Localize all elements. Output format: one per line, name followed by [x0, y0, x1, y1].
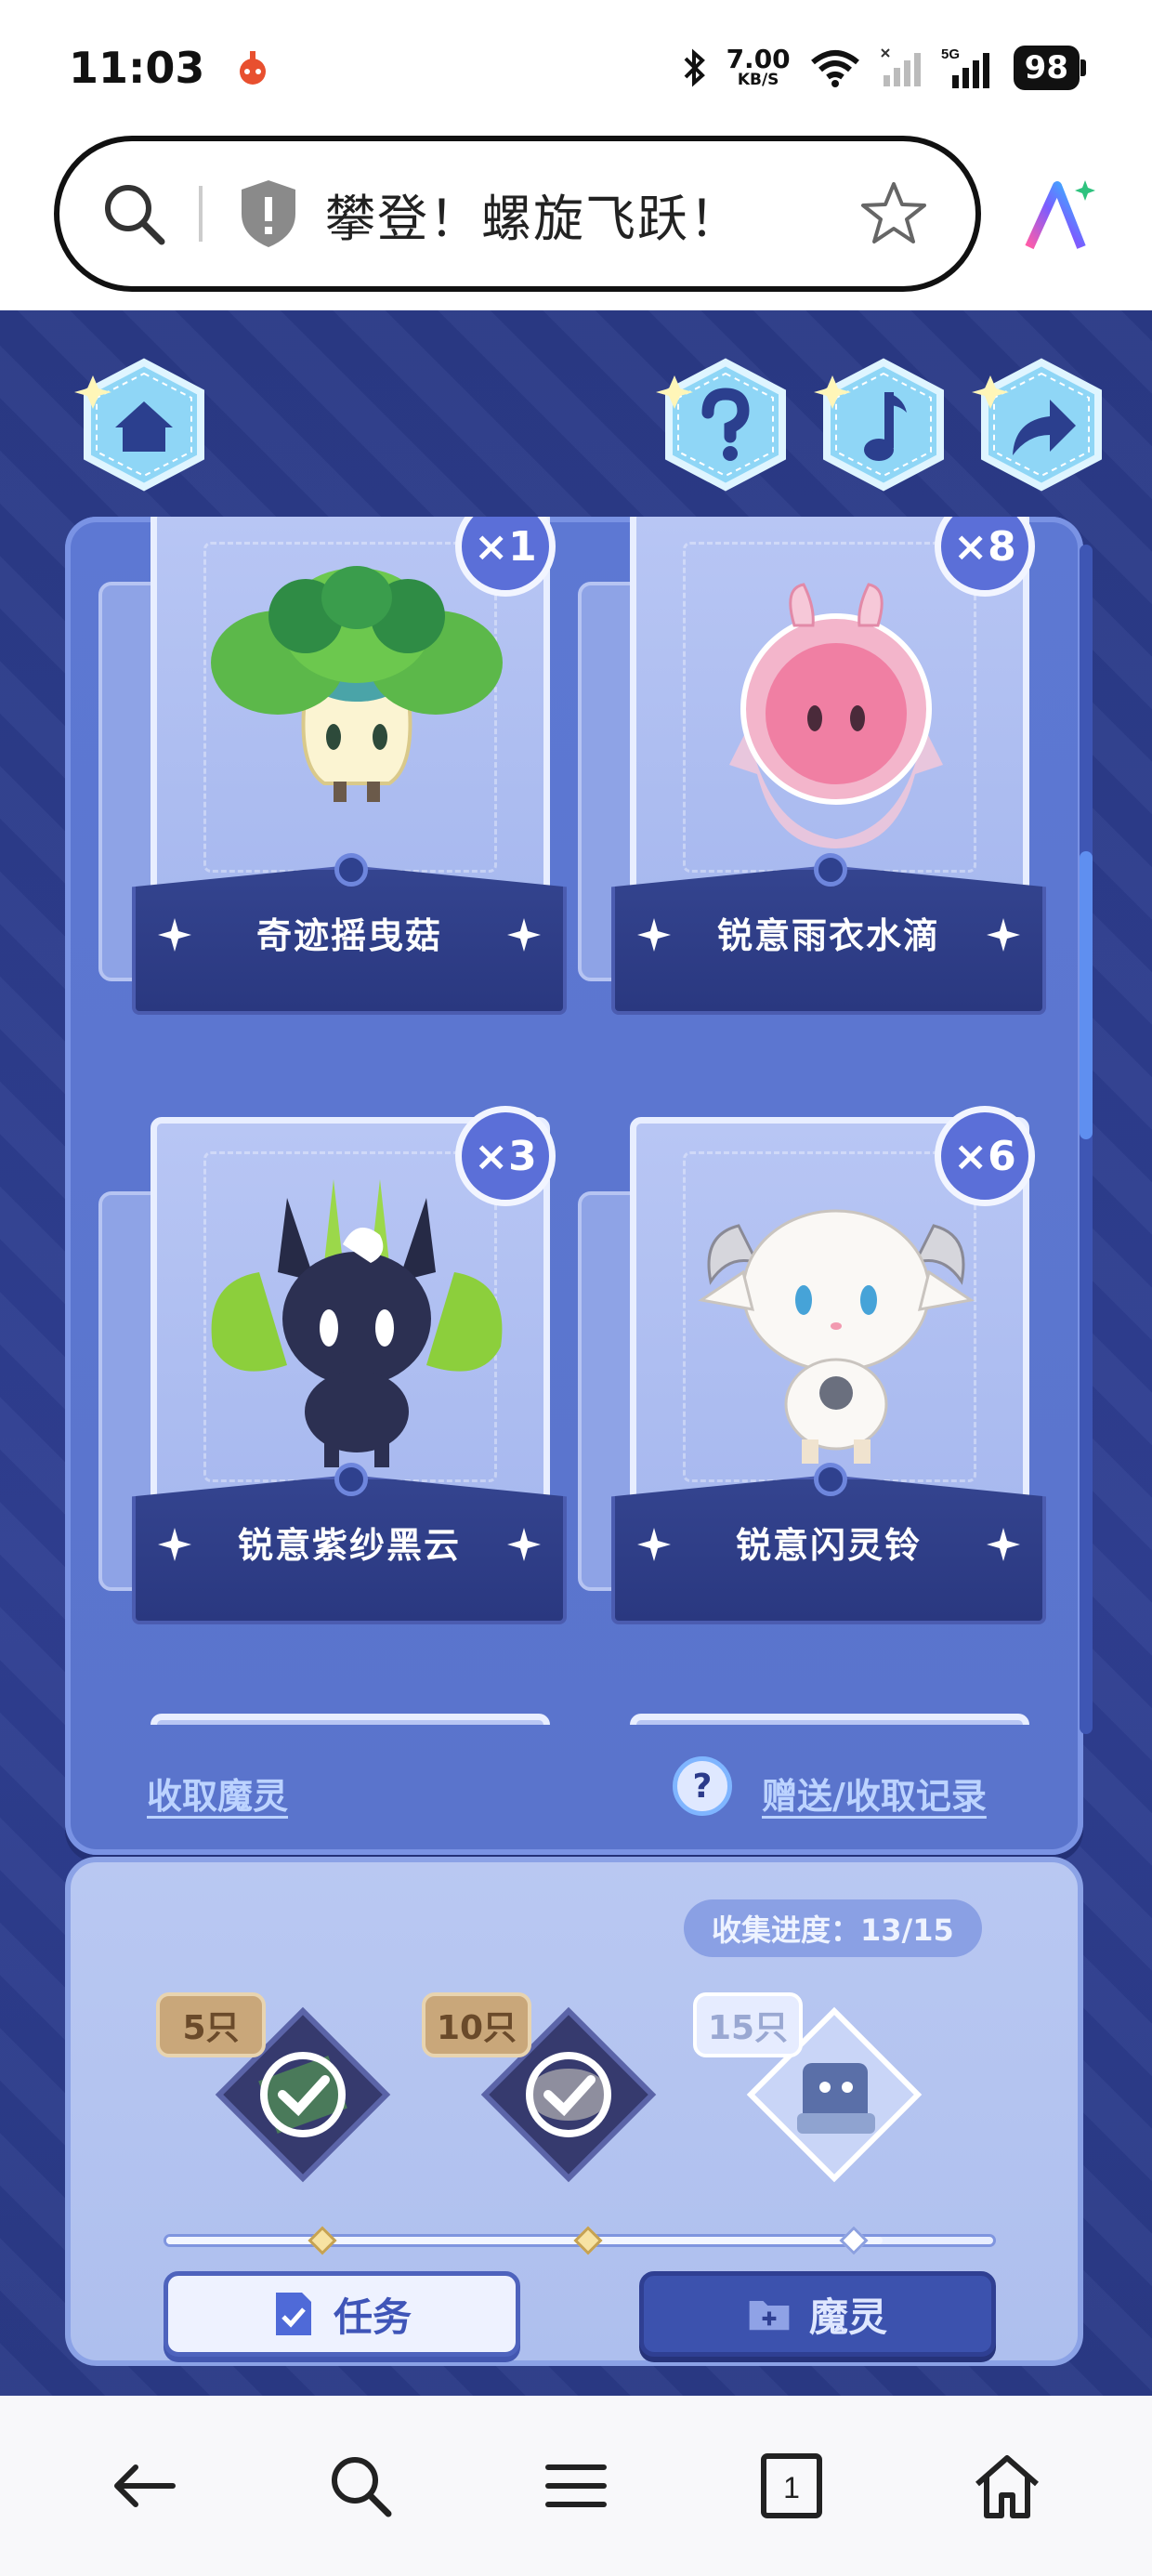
bluetooth-icon: [684, 48, 705, 86]
card-face: [151, 1714, 550, 1725]
records-help-icon[interactable]: ?: [673, 1756, 732, 1816]
network-label: 5G: [941, 46, 960, 62]
back-button[interactable]: [98, 2439, 191, 2532]
search-icon[interactable]: [97, 177, 171, 251]
raincoat-drop-creature-image: [729, 583, 943, 848]
status-time: 11:03: [69, 42, 205, 93]
spirit-card[interactable]: ×1 奇迹摇曳菇: [98, 517, 567, 1015]
panel-links: 收取魔灵 ? 赠送/收取记录: [65, 1725, 1083, 1855]
app-notification-icon: [240, 50, 267, 85]
net-speed: 7.00 KB/S: [727, 46, 791, 88]
spirit-card-partial[interactable]: [611, 1714, 1046, 1725]
progress-fill: [166, 2237, 884, 2244]
spirit-tab-button[interactable]: 魔灵: [639, 2271, 996, 2357]
track-node: [308, 2226, 337, 2255]
card-name: 锐意雨衣水滴: [716, 915, 940, 956]
flash-bell-creature-image: [698, 1209, 975, 1464]
battery-level: 98: [1013, 45, 1087, 90]
card-name: 奇迹摇曳菇: [255, 915, 442, 956]
milestone-tag: 10只: [422, 1992, 531, 2057]
collection-progress-label: 收集进度：13/15: [684, 1899, 982, 1957]
back-arrow-icon: [114, 2464, 176, 2507]
help-button[interactable]: [656, 355, 795, 494]
spirit-card-partial[interactable]: [132, 1714, 567, 1725]
progress-panel: 收集进度：13/15 5只 10只 15只 任务 魔灵: [65, 1857, 1083, 2366]
address-divider: [199, 186, 203, 242]
collection-panel: ×1 奇迹摇曳菇 ×8 锐意雨衣水滴 ×3 锐意紫纱黑云 ×6 锐意闪灵铃 收取…: [65, 517, 1093, 1855]
spirit-card[interactable]: ×3 锐意紫纱黑云: [98, 1106, 567, 1624]
count-badge: ×6: [935, 1106, 1035, 1206]
card-face: [630, 1714, 1029, 1725]
task-tab-label: 任务: [333, 2293, 412, 2340]
folder-add-icon: [749, 2301, 790, 2331]
spirit-card[interactable]: ×8 锐意雨衣水滴: [578, 517, 1046, 1015]
status-left: 11:03: [69, 43, 273, 93]
wifi-icon: [810, 49, 859, 87]
menu-icon: [545, 2464, 607, 2507]
tabs-button[interactable]: 1: [745, 2439, 838, 2532]
cards-grid[interactable]: ×1 奇迹摇曳菇 ×8 锐意雨衣水滴 ×3 锐意紫纱黑云 ×6 锐意闪灵铃: [65, 517, 1083, 1725]
card-name: 锐意闪灵铃: [735, 1525, 922, 1566]
track-node: [573, 2226, 603, 2255]
spirit-card[interactable]: ×6 锐意闪灵铃: [578, 1106, 1046, 1624]
tabs-count-icon: 1: [761, 2453, 822, 2518]
spirit-tab-label: 魔灵: [808, 2293, 887, 2340]
signal-sim1-icon: [880, 47, 921, 86]
home-icon: [74, 358, 204, 492]
home-nav-button[interactable]: [961, 2439, 1054, 2532]
home-icon: [975, 2455, 1039, 2518]
mushroom-creature-image: [211, 566, 503, 802]
shield-icon[interactable]: [238, 178, 299, 249]
card-name: 锐意紫纱黑云: [237, 1525, 461, 1566]
page-title[interactable]: 攀登！螺旋飞跃！: [325, 177, 858, 251]
gift-records-link[interactable]: 赠送/收取记录: [762, 1768, 987, 1819]
net-speed-value: 7.00: [726, 44, 791, 74]
plate-dot: [814, 1463, 847, 1496]
question-icon: [656, 358, 786, 492]
scrollbar[interactable]: [1080, 545, 1093, 1734]
share-arrow-icon: [972, 358, 1102, 492]
home-button[interactable]: [74, 355, 214, 494]
signal-5g-icon: 5G: [941, 46, 989, 88]
svg-text:1: 1: [783, 2471, 800, 2504]
track-node: [839, 2226, 869, 2255]
scrollbar-thumb[interactable]: [1080, 851, 1093, 1139]
bookmark-star-icon[interactable]: [858, 178, 929, 249]
ai-assistant-icon[interactable]: [1020, 177, 1100, 256]
milestone-tag: 15只: [693, 1992, 803, 2057]
collect-spirit-link[interactable]: 收取魔灵: [147, 1768, 288, 1819]
plate-dot: [334, 1463, 368, 1496]
milestone-tag: 5只: [156, 1992, 266, 2057]
music-note-icon: [814, 358, 944, 492]
share-button[interactable]: [972, 355, 1111, 494]
status-bar: 11:03 7.00 KB/S 5G 98: [0, 0, 1152, 135]
black-cloud-creature-image: [211, 1179, 503, 1467]
browser-bottom-nav: 1: [0, 2396, 1152, 2576]
event-page: ×1 奇迹摇曳菇 ×8 锐意雨衣水滴 ×3 锐意紫纱黑云 ×6 锐意闪灵铃 收取…: [0, 310, 1152, 2396]
task-tab-button[interactable]: 任务: [164, 2271, 520, 2357]
address-bar[interactable]: 攀登！螺旋飞跃！: [54, 136, 981, 292]
search-icon: [332, 2457, 392, 2517]
menu-button[interactable]: [530, 2439, 622, 2532]
net-speed-unit: KB/S: [737, 71, 779, 89]
search-button[interactable]: [314, 2439, 407, 2532]
plate-dot: [814, 853, 847, 887]
status-right: 7.00 KB/S 5G 98: [682, 45, 1087, 90]
plate-dot: [334, 853, 368, 887]
music-button[interactable]: [814, 355, 953, 494]
count-badge: ×3: [455, 1106, 556, 1206]
task-document-icon: [275, 2293, 311, 2335]
